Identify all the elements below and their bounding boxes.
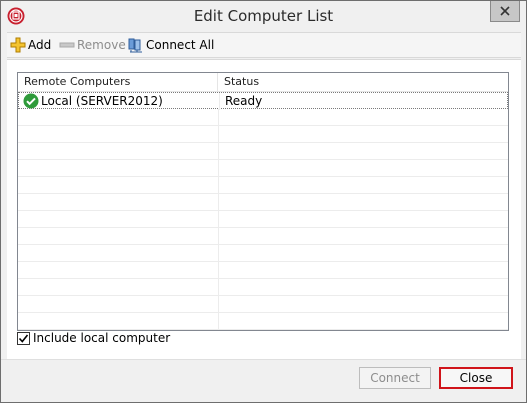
empty-row — [18, 211, 508, 228]
empty-row — [18, 143, 508, 160]
content-panel: Remote Computers Status Local (SERVER201… — [7, 59, 521, 360]
empty-row — [18, 160, 508, 177]
column-header-status[interactable]: Status — [218, 73, 508, 91]
computer-cell: Local (SERVER2012) — [21, 93, 217, 109]
column-divider — [218, 160, 219, 177]
checkmark-ok-icon — [23, 93, 39, 109]
column-divider — [218, 262, 219, 279]
empty-row — [18, 126, 508, 143]
computer-name: Local (SERVER2012) — [41, 94, 163, 108]
status-cell: Ready — [225, 94, 263, 108]
empty-row — [18, 296, 508, 313]
connect-all-label: Connect All — [146, 38, 215, 52]
empty-row — [18, 109, 508, 126]
include-local-checkbox[interactable] — [17, 332, 30, 345]
column-divider — [218, 194, 219, 211]
empty-row — [18, 228, 508, 245]
computer-list-grid[interactable]: Remote Computers Status Local (SERVER201… — [17, 72, 509, 331]
empty-row — [18, 262, 508, 279]
connect-button[interactable]: Connect — [359, 367, 431, 389]
edit-computer-list-dialog: Edit Computer List Add Remove Connect Al… — [0, 0, 527, 403]
column-divider — [218, 109, 219, 126]
checkmark-icon — [18, 334, 29, 343]
connect-all-icon — [128, 37, 144, 53]
column-divider — [218, 245, 219, 262]
column-divider — [219, 93, 220, 110]
empty-row — [18, 177, 508, 194]
column-divider — [218, 126, 219, 143]
grid-header: Remote Computers Status — [18, 73, 508, 92]
column-divider — [218, 296, 219, 313]
add-button[interactable]: Add — [10, 36, 56, 54]
remove-label: Remove — [77, 38, 126, 52]
close-button[interactable]: Close — [439, 367, 513, 389]
empty-row — [18, 279, 508, 296]
empty-row — [18, 245, 508, 262]
column-divider — [218, 313, 219, 330]
column-divider — [218, 177, 219, 194]
close-icon — [500, 6, 510, 16]
column-divider — [218, 143, 219, 160]
column-divider — [218, 211, 219, 228]
remove-button[interactable]: Remove — [59, 36, 126, 54]
column-header-remote-computers[interactable]: Remote Computers — [18, 73, 218, 91]
table-row[interactable]: Local (SERVER2012) Ready — [18, 92, 508, 110]
empty-row — [18, 194, 508, 211]
footer-divider — [1, 359, 526, 360]
window-title: Edit Computer List — [193, 7, 334, 25]
window-close-button[interactable] — [490, 1, 520, 22]
column-divider — [218, 228, 219, 245]
column-divider — [218, 279, 219, 296]
toolbar: Add Remove Connect All — [7, 32, 521, 58]
connect-all-button[interactable]: Connect All — [128, 36, 218, 54]
include-local-label: Include local computer — [33, 331, 171, 345]
title-bar[interactable]: Edit Computer List — [1, 1, 526, 31]
add-plus-icon — [10, 37, 26, 53]
add-label: Add — [28, 38, 52, 52]
remove-minus-icon — [59, 37, 75, 53]
empty-row — [18, 313, 508, 330]
